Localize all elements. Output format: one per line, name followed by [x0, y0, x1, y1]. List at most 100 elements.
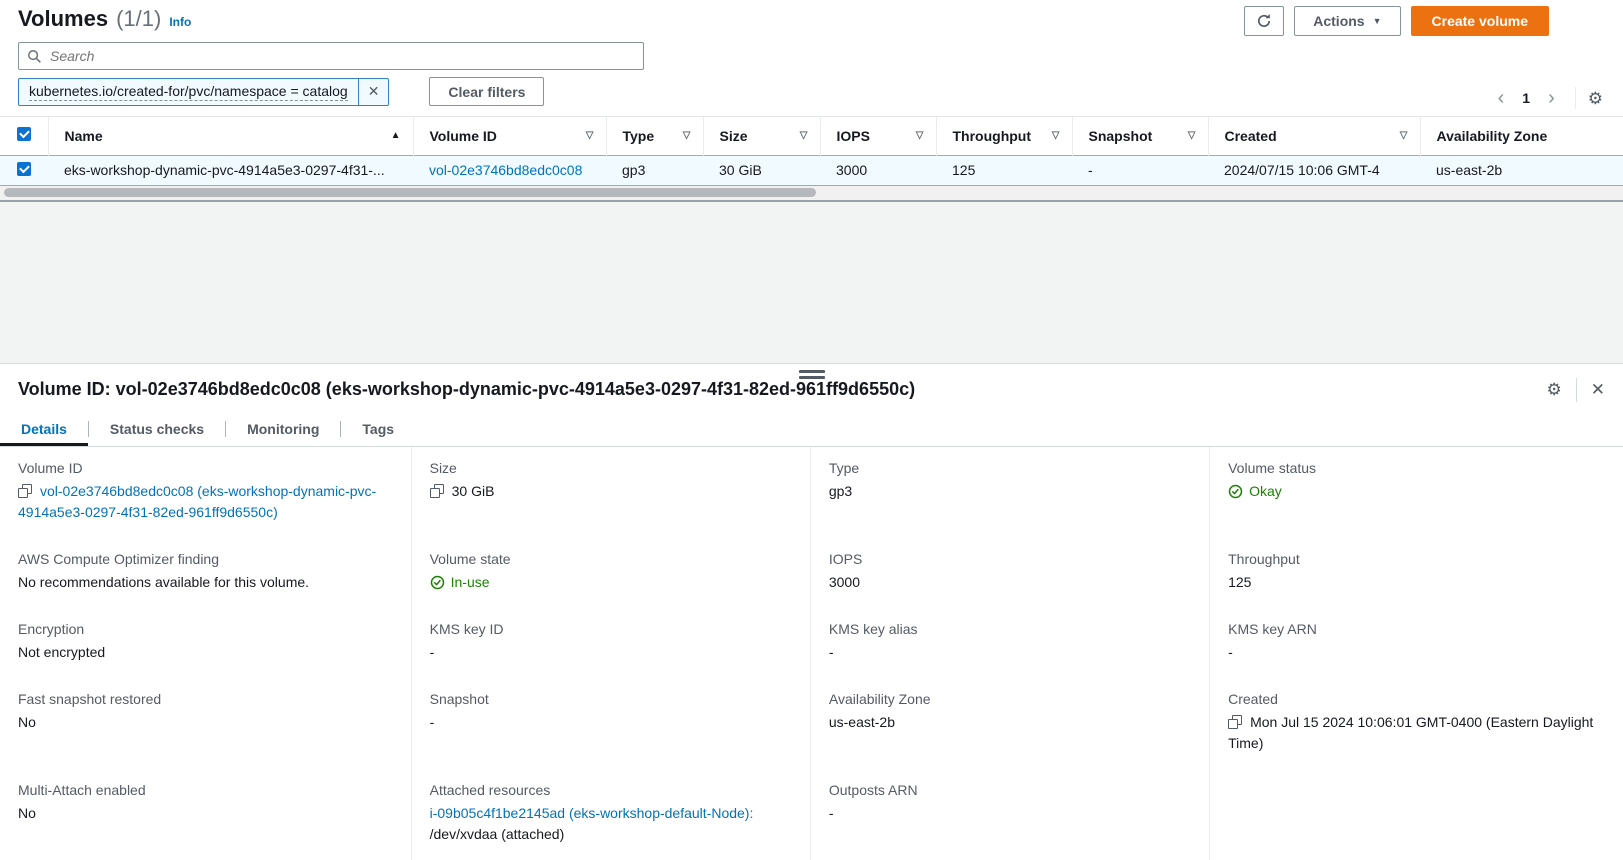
field-volume-id: Volume ID vol-02e3746bd8edc0c08 (eks-wor…: [0, 447, 411, 538]
volume-id-link[interactable]: vol-02e3746bd8edc0c08: [429, 162, 582, 178]
column-header-throughput[interactable]: Throughput ▽: [936, 117, 1072, 155]
close-panel-icon[interactable]: ✕: [1591, 380, 1605, 400]
chevron-right-icon[interactable]: ›: [1540, 88, 1563, 108]
panel-preferences-gear-icon[interactable]: ⚙: [1547, 381, 1562, 398]
field-availability-zone: Availability Zone us-east-2b: [810, 678, 1209, 769]
panel-title: Volume ID: vol-02e3746bd8edc0c08 (eks-wo…: [18, 379, 915, 400]
header-actions: Actions ▼ Create volume: [1244, 6, 1549, 36]
field-kms-key-arn: KMS key ARN -: [1209, 608, 1623, 678]
column-header-created[interactable]: Created ▽: [1208, 117, 1420, 155]
select-all-header: [0, 117, 48, 155]
column-header-iops[interactable]: IOPS ▽: [820, 117, 936, 155]
field-kms-key-alias: KMS key alias -: [810, 608, 1209, 678]
column-header-availability-zone[interactable]: Availability Zone: [1420, 117, 1623, 155]
field-encryption: Encryption Not encrypted: [0, 608, 411, 678]
copy-icon[interactable]: [18, 484, 32, 498]
table-controls: kubernetes.io/created-for/pvc/namespace …: [0, 42, 1623, 106]
column-header-volume-id[interactable]: Volume ID ▽: [413, 117, 606, 155]
divider: [1576, 378, 1577, 402]
create-volume-button[interactable]: Create volume: [1411, 6, 1549, 36]
field-value: -: [829, 803, 1183, 824]
field-outposts-arn: Outposts ARN -: [810, 769, 1209, 860]
page-number[interactable]: 1: [1516, 90, 1536, 106]
field-iops: IOPS 3000: [810, 538, 1209, 608]
select-all-checkbox[interactable]: [17, 127, 31, 141]
field-label: KMS key alias: [829, 621, 1183, 637]
horizontal-scrollbar[interactable]: [0, 186, 1623, 200]
copy-icon[interactable]: [430, 484, 444, 498]
column-header-type[interactable]: Type ▽: [606, 117, 703, 155]
search-box[interactable]: [18, 42, 644, 70]
column-header-size[interactable]: Size ▽: [703, 117, 820, 155]
column-label: Name: [65, 128, 103, 144]
field-label: Fast snapshot restored: [18, 691, 385, 707]
column-label: IOPS: [837, 128, 870, 144]
field-value: 30 GiB: [452, 483, 495, 499]
panel-resize-handle-icon[interactable]: [799, 367, 825, 382]
table-preferences-gear-icon[interactable]: ⚙: [1588, 90, 1603, 107]
instance-link[interactable]: i-09b05c4f1be2145ad (eks-workshop-defaul…: [430, 805, 754, 821]
field-volume-status: Volume status Okay: [1209, 447, 1623, 538]
volumes-table: Name ▲ Volume ID ▽ Type ▽ Size ▽: [0, 116, 1623, 202]
field-label: Outposts ARN: [829, 782, 1183, 798]
field-value: No: [18, 712, 385, 733]
field-label: IOPS: [829, 551, 1183, 567]
volumes-count: (1/1): [116, 6, 161, 32]
field-label: Size: [430, 460, 784, 476]
field-throughput: Throughput 125: [1209, 538, 1623, 608]
field-label: Attached resources: [430, 782, 784, 798]
column-label: Availability Zone: [1437, 128, 1548, 144]
tab-tags[interactable]: Tags: [341, 414, 415, 446]
tab-status-checks[interactable]: Status checks: [89, 414, 225, 446]
field-value: -: [430, 642, 784, 663]
actions-button-label: Actions: [1313, 13, 1364, 29]
column-header-name[interactable]: Name ▲: [48, 117, 413, 155]
field-multi-attach-enabled: Multi-Attach enabled No: [0, 769, 411, 860]
field-label: Created: [1228, 691, 1597, 707]
tab-monitoring[interactable]: Monitoring: [226, 414, 340, 446]
caret-down-icon: ▼: [1373, 17, 1382, 26]
column-label: Volume ID: [430, 128, 497, 144]
refresh-button[interactable]: [1244, 6, 1284, 36]
tab-details[interactable]: Details: [0, 414, 88, 446]
field-label: Volume status: [1228, 460, 1597, 476]
field-label: Availability Zone: [829, 691, 1183, 707]
field-label: Type: [829, 460, 1183, 476]
page-title-group: Volumes (1/1) Info: [18, 6, 191, 32]
column-label: Size: [720, 128, 748, 144]
column-header-snapshot[interactable]: Snapshot ▽: [1072, 117, 1208, 155]
copy-icon[interactable]: [1228, 715, 1242, 729]
field-value: gp3: [829, 481, 1183, 502]
field-compute-optimizer-finding: AWS Compute Optimizer finding No recomme…: [0, 538, 411, 608]
pagination: ‹ 1 › ⚙: [1490, 84, 1603, 112]
info-link[interactable]: Info: [169, 15, 191, 29]
field-value: Mon Jul 15 2024 10:06:01 GMT-0400 (Easte…: [1228, 714, 1593, 751]
sort-ascending-icon: ▲: [391, 130, 401, 141]
field-label: Volume state: [430, 551, 784, 567]
cell-snapshot: -: [1072, 155, 1208, 185]
cell-availability-zone: us-east-2b: [1420, 155, 1623, 185]
field-size: Size 30 GiB: [411, 447, 810, 538]
filter-row: kubernetes.io/created-for/pvc/namespace …: [18, 77, 1605, 106]
remove-filter-icon[interactable]: ✕: [358, 79, 389, 105]
cell-name: eks-workshop-dynamic-pvc-4914a5e3-0297-4…: [48, 155, 413, 185]
scrollbar-thumb[interactable]: [4, 188, 816, 197]
chevron-left-icon[interactable]: ‹: [1490, 88, 1513, 108]
actions-button[interactable]: Actions ▼: [1294, 6, 1400, 36]
field-created: Created Mon Jul 15 2024 10:06:01 GMT-040…: [1209, 678, 1623, 769]
search-icon: [27, 49, 42, 64]
field-value: 125: [1228, 572, 1597, 593]
cell-iops: 3000: [820, 155, 936, 185]
filter-token[interactable]: kubernetes.io/created-for/pvc/namespace …: [18, 78, 389, 106]
panel-actions: ⚙ ✕: [1547, 378, 1606, 402]
clear-filters-button[interactable]: Clear filters: [429, 77, 544, 106]
table-row[interactable]: eks-workshop-dynamic-pvc-4914a5e3-0297-4…: [0, 155, 1623, 185]
cell-type: gp3: [606, 155, 703, 185]
field-value: -: [430, 712, 784, 733]
clear-filters-label: Clear filters: [448, 84, 525, 100]
search-input[interactable]: [48, 47, 635, 65]
page-title: Volumes: [18, 6, 108, 32]
volume-id-link[interactable]: vol-02e3746bd8edc0c08 (eks-workshop-dyna…: [18, 483, 376, 520]
row-checkbox[interactable]: [17, 162, 31, 176]
column-label: Type: [623, 128, 655, 144]
